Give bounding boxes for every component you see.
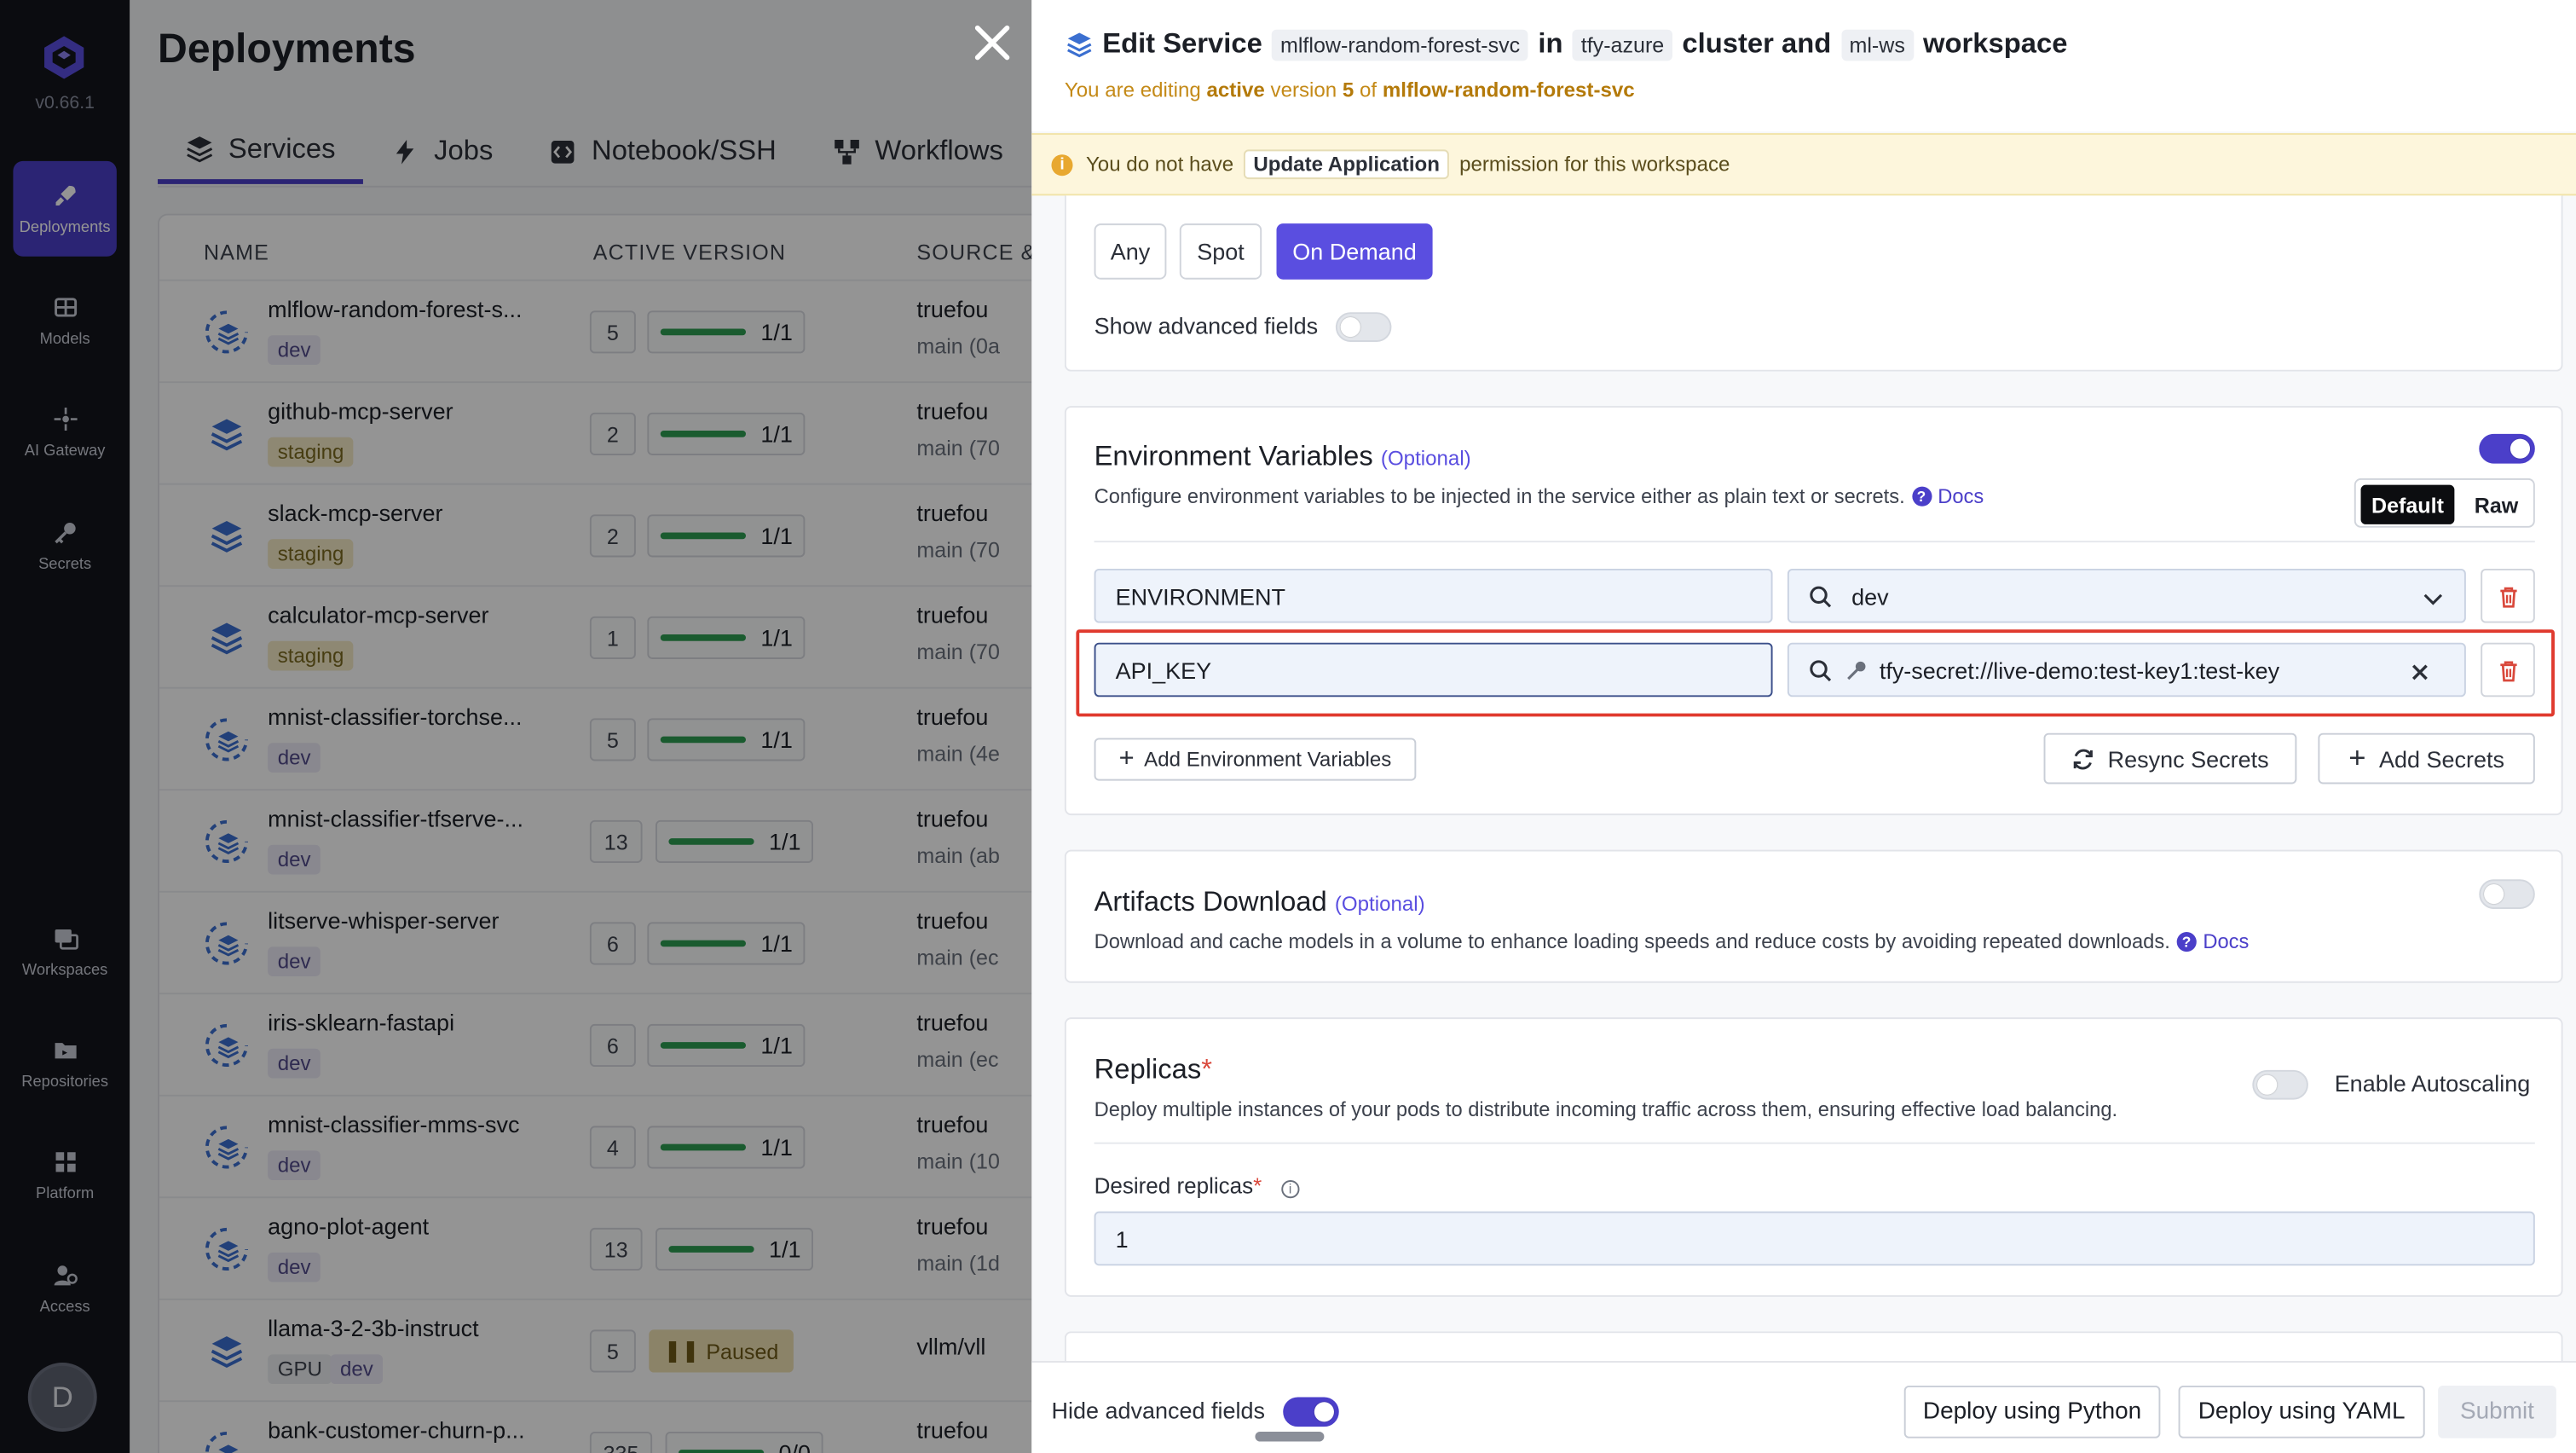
- help-icon: ?: [2176, 931, 2197, 952]
- mode-raw-button[interactable]: Raw: [2461, 485, 2532, 524]
- show-advanced-label: Show advanced fields: [1094, 312, 1319, 339]
- required-marker: *: [1253, 1173, 1262, 1199]
- description-text: Configure environment variables to be in…: [1094, 484, 1905, 508]
- env-docs-link[interactable]: Docs: [1938, 485, 1984, 508]
- deploy-python-button[interactable]: Deploy using Python: [1903, 1385, 2161, 1439]
- help-icon: ?: [1911, 486, 1932, 507]
- add-secrets-button[interactable]: + Add Secrets: [2318, 732, 2535, 784]
- optional-label: (Optional): [1334, 892, 1425, 916]
- editing-version-note: You are editing active version 5 of mlfl…: [1065, 79, 1635, 102]
- note-text: version: [1270, 78, 1337, 102]
- show-advanced-toggle[interactable]: [1335, 312, 1392, 342]
- mode-default-button[interactable]: Default: [2360, 484, 2455, 524]
- artifacts-toggle[interactable]: [2479, 879, 2535, 909]
- button-label: Add Secrets: [2378, 745, 2504, 773]
- artifacts-title: Artifacts Download (Optional): [1095, 886, 1425, 919]
- plus-icon: +: [1118, 744, 1135, 773]
- warning-text: You do not have: [1085, 153, 1234, 177]
- deploy-yaml-button[interactable]: Deploy using YAML: [2178, 1385, 2425, 1439]
- autoscaling-label: Enable Autoscaling: [2334, 1069, 2531, 1097]
- capacity-option-on-demand[interactable]: On Demand: [1276, 223, 1433, 280]
- env-value-select[interactable]: dev: [1787, 568, 2466, 623]
- button-label: Resync Secrets: [2107, 745, 2269, 773]
- note-service-name: mlflow-random-forest-svc: [1382, 78, 1635, 102]
- capacity-card: [1064, 195, 2563, 372]
- modal-backdrop[interactable]: [0, 0, 1032, 1453]
- edit-title: Edit Service mlflow-random-forest-svc in…: [1065, 27, 2068, 61]
- required-marker: *: [1201, 1053, 1213, 1085]
- delete-env-var-button[interactable]: [2481, 568, 2535, 623]
- replicas-title: Replicas*: [1095, 1054, 1212, 1087]
- search-icon: [1810, 585, 1832, 607]
- section-title: Artifacts Download: [1094, 885, 1327, 918]
- permission-chip: Update Application: [1243, 149, 1450, 180]
- chevron-down-icon: [2423, 593, 2443, 605]
- description-text: Download and cache models in a volume to…: [1094, 930, 2170, 954]
- hide-advanced-label: Hide advanced fields: [1051, 1397, 1265, 1424]
- title-workspace-word: workspace: [1923, 27, 2068, 60]
- title-in: in: [1538, 27, 1563, 60]
- desired-replicas-label: Desired replicas* i: [1094, 1173, 1300, 1199]
- env-value: dev: [1851, 582, 1889, 610]
- note-active: active: [1206, 78, 1265, 102]
- divider: [1094, 1142, 2535, 1144]
- autoscaling-toggle[interactable]: [2252, 1069, 2308, 1100]
- plus-icon: +: [2348, 741, 2366, 774]
- service-icon: [1067, 32, 1092, 58]
- desired-replicas-input[interactable]: 1: [1094, 1211, 2535, 1266]
- divider: [1094, 541, 2535, 543]
- warning-text: permission for this workspace: [1459, 153, 1730, 177]
- refresh-icon: [2073, 748, 2093, 769]
- title-cluster-word: cluster and: [1682, 27, 1832, 60]
- add-env-var-button[interactable]: + Add Environment Variables: [1094, 738, 1417, 781]
- resync-secrets-button[interactable]: Resync Secrets: [2043, 732, 2297, 784]
- replicas-description: Deploy multiple instances of your pods t…: [1094, 1097, 2118, 1121]
- section-title: Environment Variables: [1094, 440, 1373, 472]
- artifacts-description: Download and cache models in a volume to…: [1095, 930, 2250, 953]
- section-title: Replicas: [1094, 1053, 1202, 1085]
- app-root: v0.66.1 Deployments Models AI Gateway Se…: [0, 0, 2576, 1453]
- env-vars-toggle[interactable]: [2479, 433, 2535, 464]
- env-vars-description: Configure environment variables to be in…: [1095, 485, 1984, 508]
- hide-advanced-toggle[interactable]: [1283, 1397, 1339, 1427]
- capacity-option-any[interactable]: Any: [1094, 223, 1167, 280]
- env-mode-switch: Default Raw: [2354, 478, 2535, 528]
- optional-label: (Optional): [1380, 447, 1471, 471]
- note-text: of: [1360, 78, 1378, 102]
- panel-header: Edit Service mlflow-random-forest-svc in…: [1031, 0, 2576, 132]
- highlight-box: [1076, 629, 2555, 717]
- info-icon: i: [1280, 1180, 1300, 1199]
- cluster-chip: tfy-azure: [1573, 28, 1672, 61]
- submit-button[interactable]: Submit: [2438, 1385, 2556, 1439]
- workspace-chip: ml-ws: [1840, 28, 1914, 61]
- trash-icon: [2499, 586, 2516, 607]
- artifacts-docs-link[interactable]: Docs: [2203, 930, 2249, 953]
- button-label: Add Environment Variables: [1144, 748, 1392, 772]
- env-key-input[interactable]: ENVIRONMENT: [1094, 568, 1773, 623]
- field-label: Desired replicas: [1094, 1173, 1254, 1199]
- scroll-handle[interactable]: [1255, 1431, 1325, 1442]
- env-vars-title: Environment Variables (Optional): [1095, 441, 1471, 474]
- capacity-option-spot[interactable]: Spot: [1179, 223, 1262, 280]
- note-version-number: 5: [1342, 78, 1354, 102]
- edit-title-prefix: Edit Service: [1102, 27, 1262, 60]
- info-icon: i: [1051, 153, 1073, 176]
- close-icon[interactable]: [969, 20, 1015, 66]
- permission-warning: i You do not have Update Application per…: [1031, 133, 2576, 196]
- service-chip: mlflow-random-forest-svc: [1272, 28, 1528, 61]
- note-text: You are editing: [1064, 78, 1201, 102]
